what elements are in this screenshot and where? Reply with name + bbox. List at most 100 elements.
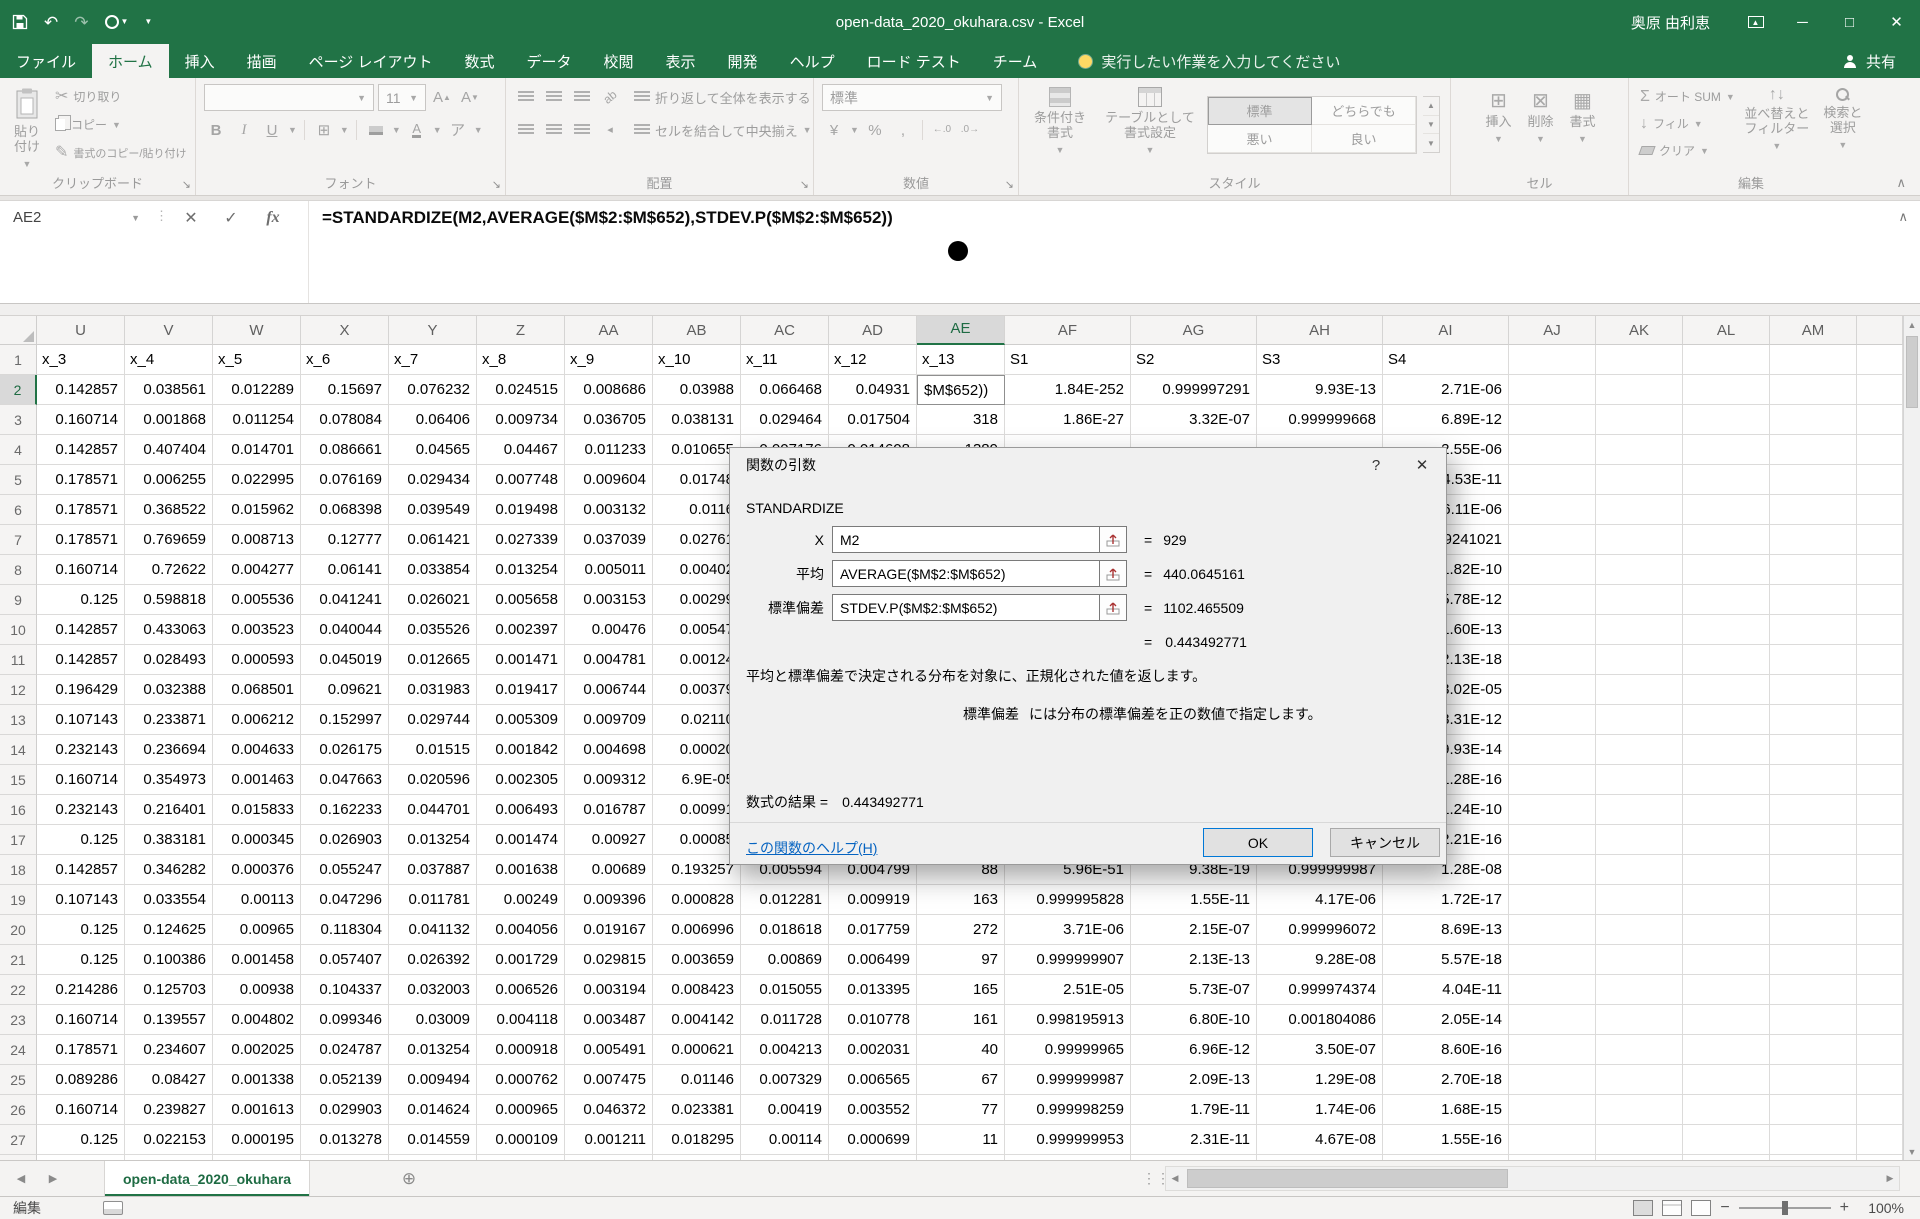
cell-AD27[interactable]: 0.000699: [829, 1125, 917, 1155]
cell-AL21[interactable]: [1683, 945, 1770, 975]
cell-AH22[interactable]: 0.999974374: [1257, 975, 1383, 1005]
cell-AA18[interactable]: 0.00689: [565, 855, 653, 885]
cell-Y1[interactable]: x_7: [389, 345, 477, 375]
format-cells-button[interactable]: ▦書式▼: [1566, 88, 1600, 150]
row-header-4[interactable]: 4: [0, 435, 37, 465]
decrease-font-size-button[interactable]: A▼: [458, 86, 482, 110]
column-header-AG[interactable]: AG: [1131, 316, 1257, 345]
row-header-20[interactable]: 20: [0, 915, 37, 945]
cell-W14[interactable]: 0.004633: [213, 735, 301, 765]
cell-Z17[interactable]: 0.001474: [477, 825, 565, 855]
column-header-AD[interactable]: AD: [829, 316, 917, 345]
cell-AI1[interactable]: S4: [1383, 345, 1509, 375]
cell-AM7[interactable]: [1770, 525, 1857, 555]
column-header-AL[interactable]: AL: [1683, 316, 1770, 345]
cell-W27[interactable]: 0.000195: [213, 1125, 301, 1155]
cell-AG24[interactable]: 6.96E-12: [1131, 1035, 1257, 1065]
cell-AK20[interactable]: [1596, 915, 1683, 945]
align-right-button[interactable]: [570, 118, 594, 142]
row-header-15[interactable]: 15: [0, 765, 37, 795]
row-header-7[interactable]: 7: [0, 525, 37, 555]
fill-color-button[interactable]: [364, 118, 388, 142]
cell-AG3[interactable]: 3.32E-07: [1131, 405, 1257, 435]
align-top-button[interactable]: [514, 85, 538, 109]
cell-AI3[interactable]: 6.89E-12: [1383, 405, 1509, 435]
cell-AD21[interactable]: 0.006499: [829, 945, 917, 975]
gallery-up-button[interactable]: ▲: [1423, 97, 1439, 116]
cell-AE20[interactable]: 272: [917, 915, 1005, 945]
column-header-AJ[interactable]: AJ: [1509, 316, 1596, 345]
cell-AA2[interactable]: 0.008686: [565, 375, 653, 405]
cell-AA26[interactable]: 0.046372: [565, 1095, 653, 1125]
cell-AJ15[interactable]: [1509, 765, 1596, 795]
cell-Z23[interactable]: 0.004118: [477, 1005, 565, 1035]
cell-AN26[interactable]: [1857, 1095, 1903, 1125]
cell-AF21[interactable]: 0.999999907: [1005, 945, 1131, 975]
cell-X2[interactable]: 0.15697: [301, 375, 389, 405]
cell-AC22[interactable]: 0.015055: [741, 975, 829, 1005]
cell-W3[interactable]: 0.011254: [213, 405, 301, 435]
cell-V16[interactable]: 0.216401: [125, 795, 213, 825]
function-help-link[interactable]: この関数のヘルプ(H): [746, 838, 877, 858]
format-as-table-button[interactable]: テーブルとして書式設定 ▼: [1099, 84, 1201, 161]
cell-V14[interactable]: 0.236694: [125, 735, 213, 765]
tab-表示[interactable]: 表示: [650, 44, 712, 78]
align-bottom-button[interactable]: [570, 85, 594, 109]
cell-AB24[interactable]: 0.000621: [653, 1035, 741, 1065]
dialog-close-button[interactable]: ✕: [1399, 449, 1445, 481]
zoom-in-button[interactable]: +: [1840, 1200, 1849, 1216]
cell-AH24[interactable]: 3.50E-07: [1257, 1035, 1383, 1065]
cell-Z25[interactable]: 0.000762: [477, 1065, 565, 1095]
cell-AG23[interactable]: 6.80E-10: [1131, 1005, 1257, 1035]
cell-W2[interactable]: 0.012289: [213, 375, 301, 405]
cell-AF2[interactable]: 1.84E-252: [1005, 375, 1131, 405]
cell-AN13[interactable]: [1857, 705, 1903, 735]
cell-U25[interactable]: 0.089286: [37, 1065, 125, 1095]
cell-AI22[interactable]: 4.04E-11: [1383, 975, 1509, 1005]
comma-style-button[interactable]: ,: [891, 118, 915, 142]
cell-U14[interactable]: 0.232143: [37, 735, 125, 765]
cell-Y5[interactable]: 0.029434: [389, 465, 477, 495]
cell-AM17[interactable]: [1770, 825, 1857, 855]
tab-描画[interactable]: 描画: [231, 44, 293, 78]
row-header-5[interactable]: 5: [0, 465, 37, 495]
cell-X6[interactable]: 0.068398: [301, 495, 389, 525]
cell-AJ4[interactable]: [1509, 435, 1596, 465]
row-header-16[interactable]: 16: [0, 795, 37, 825]
cell-AM14[interactable]: [1770, 735, 1857, 765]
cell-W13[interactable]: 0.006212: [213, 705, 301, 735]
cell-Z10[interactable]: 0.002397: [477, 615, 565, 645]
tab-チーム[interactable]: チーム: [977, 44, 1054, 78]
argument-input-X[interactable]: M2: [832, 526, 1100, 553]
cell-Y8[interactable]: 0.033854: [389, 555, 477, 585]
cell-AC21[interactable]: 0.00869: [741, 945, 829, 975]
cell-AL7[interactable]: [1683, 525, 1770, 555]
column-header-AA[interactable]: AA: [565, 316, 653, 345]
cell-AK16[interactable]: [1596, 795, 1683, 825]
collapse-dialog-button[interactable]: [1100, 594, 1127, 621]
cell-AN14[interactable]: [1857, 735, 1903, 765]
cell-AL5[interactable]: [1683, 465, 1770, 495]
cell-AB7[interactable]: 0.02761: [653, 525, 741, 555]
cell-AN10[interactable]: [1857, 615, 1903, 645]
horizontal-scroll-track[interactable]: [1184, 1167, 1881, 1190]
cell-Z2[interactable]: 0.024515: [477, 375, 565, 405]
cell-AA17[interactable]: 0.00927: [565, 825, 653, 855]
tab-ロード テスト[interactable]: ロード テスト: [851, 44, 977, 78]
scroll-down-button[interactable]: ▼: [1904, 1143, 1920, 1160]
cell-Z1[interactable]: x_8: [477, 345, 565, 375]
cell-Z5[interactable]: 0.007748: [477, 465, 565, 495]
cell-AJ3[interactable]: [1509, 405, 1596, 435]
row-header-18[interactable]: 18: [0, 855, 37, 885]
cell-U6[interactable]: 0.178571: [37, 495, 125, 525]
cell-AD2[interactable]: 0.04931: [829, 375, 917, 405]
cell-AL9[interactable]: [1683, 585, 1770, 615]
cell-AB19[interactable]: 0.000828: [653, 885, 741, 915]
cell-AE1[interactable]: x_13: [917, 345, 1005, 375]
cell-AG20[interactable]: 2.15E-07: [1131, 915, 1257, 945]
cell-AM3[interactable]: [1770, 405, 1857, 435]
cell-X24[interactable]: 0.024787: [301, 1035, 389, 1065]
row-header-11[interactable]: 11: [0, 645, 37, 675]
column-header-Y[interactable]: Y: [389, 316, 477, 345]
cell-AM15[interactable]: [1770, 765, 1857, 795]
